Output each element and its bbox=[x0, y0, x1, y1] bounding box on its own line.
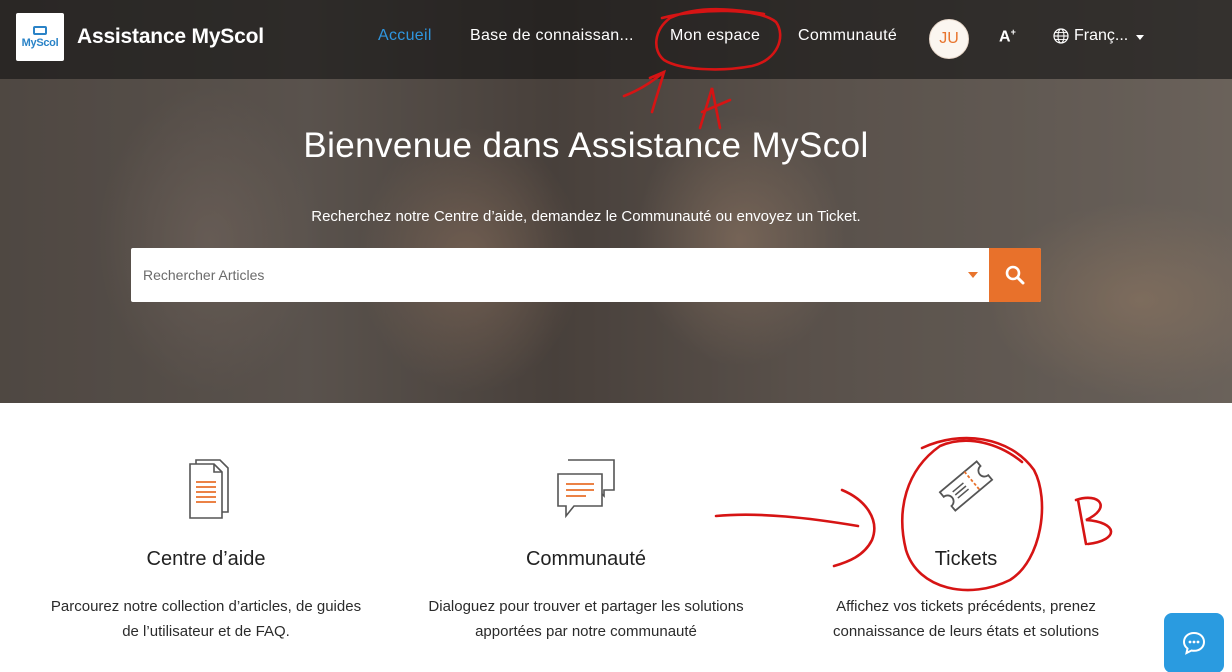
font-size-label: A bbox=[999, 28, 1011, 46]
brand-title[interactable]: Assistance MyScol bbox=[77, 25, 264, 49]
feature-title: Centre d’aide bbox=[146, 548, 266, 570]
user-avatar[interactable]: JU bbox=[929, 19, 969, 59]
hero-subtitle: Recherchez notre Centre d’aide, demandez… bbox=[311, 208, 861, 225]
chat-bubbles-icon bbox=[557, 459, 615, 519]
myscol-logo[interactable]: MyScol bbox=[16, 13, 64, 61]
chat-widget-button[interactable] bbox=[1164, 613, 1224, 672]
feature-description-line: connaissance de leurs états et solutions bbox=[833, 623, 1099, 640]
ticket-icon bbox=[938, 460, 994, 512]
document-icon bbox=[189, 459, 229, 519]
search-input[interactable] bbox=[131, 248, 1041, 302]
search-scope-dropdown-icon[interactable] bbox=[968, 272, 978, 278]
feature-card-centre-aide[interactable]: Centre d’aide Parcourez notre collection… bbox=[16, 450, 396, 644]
search-icon bbox=[1005, 265, 1025, 285]
language-selector[interactable]: Franç... bbox=[1053, 27, 1145, 45]
search-button[interactable] bbox=[989, 248, 1041, 302]
logo-text: MyScol bbox=[21, 36, 59, 49]
logo-icon bbox=[33, 25, 47, 35]
nav-communaute[interactable]: Communauté bbox=[798, 27, 897, 45]
hero-title: Bienvenue dans Assistance MyScol bbox=[303, 126, 869, 165]
feature-card-communaute[interactable]: Communauté Dialoguez pour trouver et par… bbox=[396, 450, 776, 644]
language-label: Franç... bbox=[1074, 27, 1129, 44]
nav-base-de-connaissance[interactable]: Base de connaissan... bbox=[470, 27, 634, 45]
avatar-initials: JU bbox=[939, 30, 959, 47]
chat-icon bbox=[1182, 631, 1206, 655]
search-bar bbox=[131, 248, 1041, 302]
feature-description-line: Parcourez notre collection d’articles, d… bbox=[50, 598, 362, 615]
globe-icon bbox=[1053, 28, 1069, 44]
feature-description: Parcourez notre collection d’articles, d… bbox=[16, 594, 396, 644]
top-navbar: MyScol Assistance MyScol Accueil Base de… bbox=[0, 0, 1232, 79]
nav-mon-espace[interactable]: Mon espace bbox=[670, 27, 760, 45]
feature-description-line: Dialoguez pour trouver et partager les s… bbox=[428, 598, 744, 615]
feature-description: Affichez vos tickets précédents, prenez … bbox=[776, 594, 1156, 644]
feature-description: Dialoguez pour trouver et partager les s… bbox=[396, 594, 776, 644]
feature-card-tickets[interactable]: Tickets Affichez vos tickets précédents,… bbox=[776, 450, 1156, 644]
feature-description-line: Affichez vos tickets précédents, prenez bbox=[836, 598, 1096, 615]
feature-title: Tickets bbox=[934, 548, 998, 570]
feature-description-line: de l’utilisateur et de FAQ. bbox=[122, 623, 290, 640]
feature-title: Communauté bbox=[525, 548, 647, 570]
font-size-button[interactable]: A+ bbox=[999, 27, 1016, 46]
chevron-down-icon bbox=[1136, 35, 1145, 40]
nav-accueil[interactable]: Accueil bbox=[378, 27, 432, 45]
feature-description-line: apportées par notre communauté bbox=[475, 623, 697, 640]
